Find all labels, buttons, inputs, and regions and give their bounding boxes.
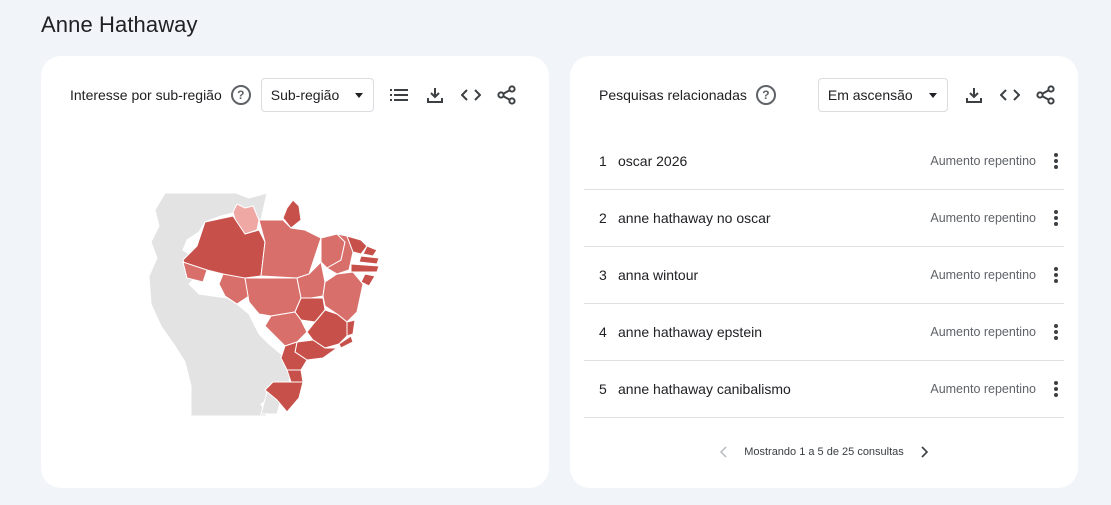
query-status: Aumento repentino: [930, 382, 1036, 396]
related-query-row[interactable]: 4 anne hathaway epstein Aumento repentin…: [584, 304, 1064, 361]
embed-icon[interactable]: [998, 83, 1022, 107]
query-status: Aumento repentino: [930, 211, 1036, 225]
more-vert-icon[interactable]: [1048, 377, 1064, 401]
brazil-region-map[interactable]: [141, 186, 391, 426]
query-rank: 1: [599, 153, 607, 169]
region-resolution-select[interactable]: Sub-região: [260, 78, 375, 112]
query-text[interactable]: anne hathaway canibalismo: [618, 381, 930, 397]
region-select-value: Sub-região: [270, 87, 340, 103]
region-card-header: Interesse por sub-região ? Sub-região: [41, 78, 549, 112]
query-text[interactable]: oscar 2026: [618, 153, 930, 169]
query-text[interactable]: anne hathaway epstein: [618, 324, 930, 340]
dropdown-caret-icon: [928, 92, 937, 98]
related-select-value: Em ascensão: [827, 87, 913, 103]
state-para[interactable]: [258, 219, 322, 279]
state-paraiba[interactable]: [358, 255, 380, 265]
region-interest-card: Interesse por sub-região ? Sub-região: [41, 56, 549, 488]
page-title: Anne Hathaway: [41, 12, 198, 37]
query-status: Aumento repentino: [930, 154, 1036, 168]
related-card-header: Pesquisas relacionadas ? Em ascensão: [570, 78, 1078, 112]
query-status: Aumento repentino: [930, 268, 1036, 282]
share-icon[interactable]: [495, 83, 519, 107]
embed-icon[interactable]: [459, 83, 483, 107]
download-icon[interactable]: [962, 83, 986, 107]
share-icon[interactable]: [1034, 83, 1058, 107]
query-rank: 5: [599, 381, 607, 397]
pagination-label: Mostrando 1 a 5 de 25 consultas: [744, 446, 904, 458]
query-rank: 4: [599, 324, 607, 340]
related-query-row[interactable]: 2 anne hathaway no oscar Aumento repenti…: [584, 190, 1064, 247]
pagination: Mostrando 1 a 5 de 25 consultas: [570, 446, 1078, 458]
related-query-row[interactable]: 1 oscar 2026 Aumento repentino: [584, 133, 1064, 190]
chevron-right-icon[interactable]: [918, 446, 930, 458]
related-query-row[interactable]: 3 anna wintour Aumento repentino: [584, 247, 1064, 304]
list-icon[interactable]: [387, 83, 411, 107]
download-icon[interactable]: [423, 83, 447, 107]
help-icon[interactable]: ?: [230, 85, 251, 105]
query-rank: 3: [599, 267, 607, 283]
state-espirito-santo[interactable]: [346, 319, 356, 337]
query-status: Aumento repentino: [930, 325, 1036, 339]
more-vert-icon[interactable]: [1048, 206, 1064, 230]
chevron-left-icon[interactable]: [718, 446, 730, 458]
related-queries-card: Pesquisas relacionadas ? Em ascensão 1 o…: [570, 56, 1078, 488]
region-card-title: Interesse por sub-região: [70, 87, 222, 103]
more-vert-icon[interactable]: [1048, 320, 1064, 344]
query-text[interactable]: anna wintour: [618, 267, 930, 283]
more-vert-icon[interactable]: [1048, 263, 1064, 287]
query-rank: 2: [599, 210, 607, 226]
help-icon[interactable]: ?: [755, 85, 776, 105]
state-mato-grosso[interactable]: [244, 277, 302, 317]
dropdown-caret-icon: [355, 92, 364, 98]
related-query-row[interactable]: 5 anne hathaway canibalismo Aumento repe…: [584, 361, 1064, 418]
state-pernambuco[interactable]: [350, 263, 380, 273]
related-card-title: Pesquisas relacionadas: [599, 87, 747, 103]
related-sort-select[interactable]: Em ascensão: [817, 78, 948, 112]
more-vert-icon[interactable]: [1048, 149, 1064, 173]
query-text[interactable]: anne hathaway no oscar: [618, 210, 930, 226]
